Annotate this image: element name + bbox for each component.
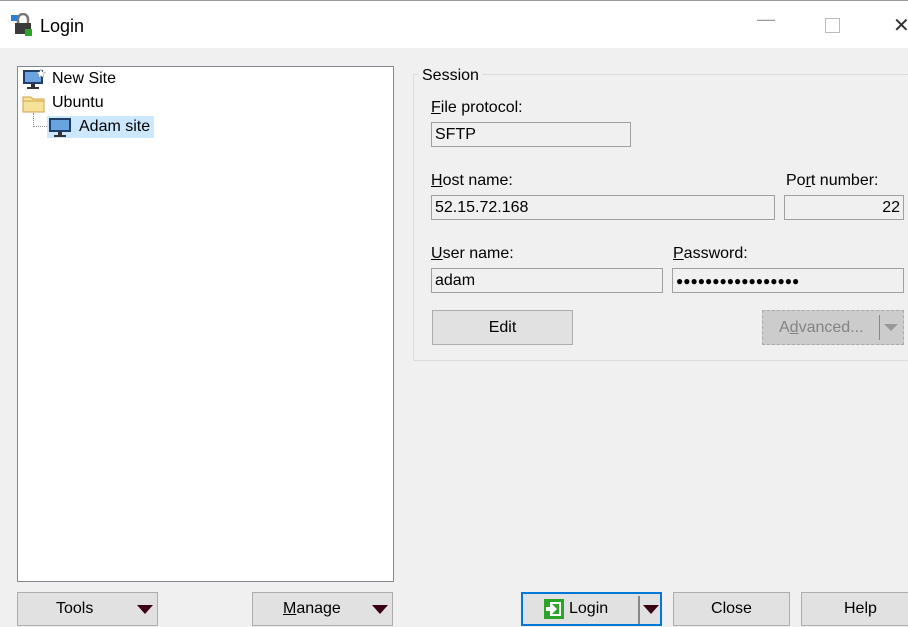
window-title: Login — [40, 16, 85, 36]
site-tree[interactable]: New Site Ubuntu Adam site — [17, 66, 394, 582]
host-name-label: Host name: — [431, 172, 513, 189]
tree-item-label: Ubuntu — [52, 94, 104, 111]
chevron-down-icon[interactable] — [643, 605, 659, 614]
separator — [879, 315, 880, 340]
password-label: Password: — [673, 245, 748, 262]
manage-button[interactable]: Manage — [252, 592, 393, 626]
advanced-button[interactable]: Advanced... — [762, 310, 904, 345]
tree-item-new-site[interactable]: New Site — [22, 68, 120, 90]
port-number-label: Port number: — [786, 172, 879, 189]
tree-item-label: Adam site — [79, 118, 151, 135]
title-bar: Login — ✕ — [0, 0, 908, 48]
tree-item-label: New Site — [52, 70, 117, 87]
tree-connector — [33, 113, 47, 127]
login-button-label: Login — [569, 600, 609, 617]
chevron-down-icon — [372, 605, 388, 614]
host-name-input[interactable]: 52.15.72.168 — [431, 195, 775, 220]
minimize-button[interactable]: — — [757, 9, 775, 30]
new-site-monitor-icon — [23, 68, 46, 89]
help-button[interactable]: Help — [801, 592, 908, 626]
manage-button-label: Manage — [283, 600, 341, 617]
chevron-down-icon[interactable] — [884, 324, 898, 331]
user-name-label: User name: — [431, 245, 514, 262]
close-button[interactable]: Close — [673, 592, 790, 626]
monitor-icon — [49, 118, 71, 137]
tools-button[interactable]: Tools — [17, 592, 158, 626]
login-button[interactable]: Login — [521, 592, 662, 626]
tools-button-label: Tools — [56, 600, 94, 617]
session-group-label: Session — [419, 67, 482, 85]
advanced-button-label: Advanced... — [779, 318, 864, 336]
user-name-input[interactable]: adam — [431, 268, 663, 293]
tree-item-adam-site[interactable]: Adam site — [47, 116, 155, 138]
port-number-input[interactable]: 22 — [784, 195, 904, 220]
folder-icon — [22, 96, 45, 113]
tree-item-ubuntu[interactable]: Ubuntu — [22, 92, 108, 114]
separator — [638, 596, 640, 624]
login-icon — [544, 599, 564, 619]
edit-button-label: Edit — [488, 318, 517, 336]
maximize-button[interactable] — [825, 18, 840, 33]
edit-button[interactable]: Edit — [432, 310, 573, 345]
password-input[interactable]: ●●●●●●●●●●●●●●●●● — [672, 268, 904, 293]
file-protocol-label: File protocol: — [431, 99, 523, 116]
close-window-button[interactable]: ✕ — [893, 13, 908, 38]
file-protocol-select[interactable]: SFTP — [431, 122, 631, 147]
padlock-icon — [11, 13, 32, 36]
chevron-down-icon — [137, 605, 153, 614]
